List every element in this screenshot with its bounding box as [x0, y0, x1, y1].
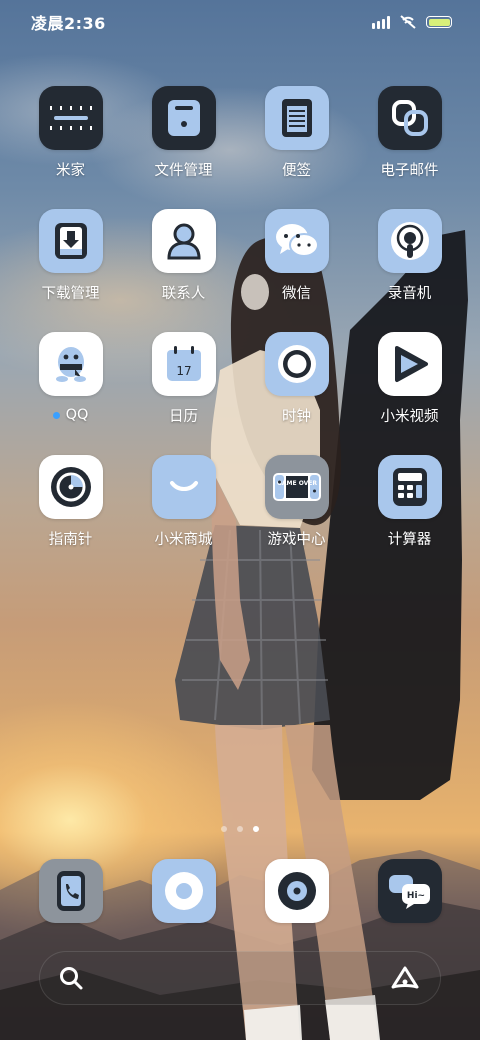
chat-bubble-icon: Hi~	[377, 859, 442, 923]
game-over-text: GAME OVER	[276, 480, 316, 487]
app-label: 小米商城	[154, 531, 213, 548]
app-label: 便签	[282, 162, 311, 179]
app-label: 游戏中心	[267, 531, 326, 548]
app-qq[interactable]: QQ	[14, 332, 127, 425]
dock-phone[interactable]	[14, 859, 127, 923]
app-file-manager[interactable]: 文件管理	[127, 86, 240, 179]
qq-icon	[38, 332, 103, 396]
app-notes[interactable]: 便签	[240, 86, 353, 179]
app-label: 指南针	[48, 531, 93, 548]
app-label: 米家	[56, 162, 85, 179]
app-contacts[interactable]: 联系人	[127, 209, 240, 302]
dock-music[interactable]	[240, 859, 353, 923]
download-icon	[38, 209, 103, 273]
battery-icon	[426, 16, 452, 28]
email-icon	[377, 86, 442, 150]
page-dot-active[interactable]	[253, 826, 259, 832]
video-icon	[377, 332, 442, 396]
page-indicator	[0, 826, 480, 832]
app-label: QQ	[52, 405, 88, 425]
app-game-center[interactable]: GAME OVER 游戏中心	[240, 455, 353, 548]
app-compass[interactable]: 指南针	[14, 455, 127, 548]
game-center-icon: GAME OVER	[264, 455, 329, 519]
page-dot[interactable]	[237, 826, 243, 832]
app-grid: 米家 文件管理 便签 电子邮件 下载管理 联系人 微信 录音机 QQ 17 日历…	[14, 86, 466, 548]
app-label: 日历	[169, 408, 198, 425]
app-clock[interactable]: 时钟	[240, 332, 353, 425]
search-bar[interactable]	[39, 951, 441, 1005]
new-notification-dot	[52, 411, 60, 419]
contacts-icon	[151, 209, 216, 273]
messages-icon	[151, 859, 216, 923]
hi-text: Hi~	[406, 891, 424, 901]
file-manager-icon	[151, 86, 216, 150]
app-label: 文件管理	[154, 162, 213, 179]
notes-icon	[264, 86, 329, 150]
wechat-icon	[264, 209, 329, 273]
app-mi-store[interactable]: 小米商城	[127, 455, 240, 548]
mi-store-icon	[151, 455, 216, 519]
app-mi-video[interactable]: 小米视频	[353, 332, 466, 425]
calendar-date: 17	[176, 364, 191, 378]
phone-icon	[38, 859, 103, 923]
recorder-icon	[377, 209, 442, 273]
no-network-icon	[400, 15, 416, 29]
app-calculator[interactable]: 计算器	[353, 455, 466, 548]
app-calendar[interactable]: 17 日历	[127, 332, 240, 425]
status-time: 凌晨2:36	[31, 14, 106, 33]
search-icon[interactable]	[58, 965, 84, 991]
app-label: 微信	[282, 285, 311, 302]
compass-icon	[38, 455, 103, 519]
app-wechat[interactable]: 微信	[240, 209, 353, 302]
app-mijia[interactable]: 米家	[14, 86, 127, 179]
dock-chat[interactable]: Hi~	[353, 859, 466, 923]
app-recorder[interactable]: 录音机	[353, 209, 466, 302]
app-label: 计算器	[387, 531, 432, 548]
status-icons	[372, 15, 452, 29]
calendar-icon: 17	[151, 332, 216, 396]
page-dot[interactable]	[221, 826, 227, 832]
calculator-icon	[377, 455, 442, 519]
mijia-icon	[38, 86, 103, 150]
clock-icon	[264, 332, 329, 396]
app-download-manager[interactable]: 下载管理	[14, 209, 127, 302]
assistant-icon[interactable]	[390, 965, 420, 991]
status-bar: 凌晨2:36	[0, 0, 480, 44]
signal-icon	[372, 15, 390, 29]
app-label: 小米视频	[380, 408, 439, 425]
dock-messages[interactable]	[127, 859, 240, 923]
app-label: 联系人	[161, 285, 206, 302]
app-label: 下载管理	[41, 285, 100, 302]
app-email[interactable]: 电子邮件	[353, 86, 466, 179]
app-label: 电子邮件	[380, 162, 439, 179]
app-label: 时钟	[282, 408, 311, 425]
dock: Hi~	[14, 859, 466, 923]
app-label: 录音机	[387, 285, 432, 302]
music-icon	[264, 859, 329, 923]
